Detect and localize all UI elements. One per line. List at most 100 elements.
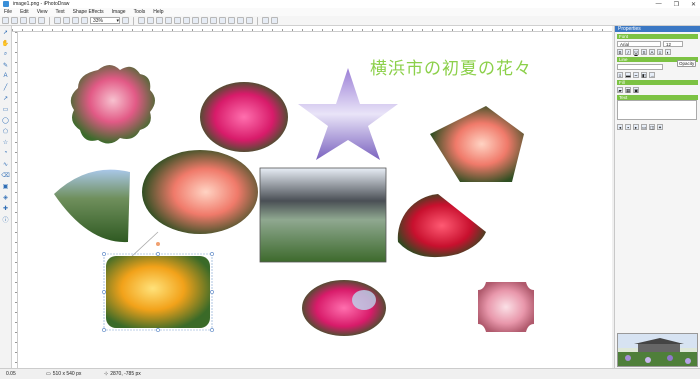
toolbar: 33% ▾ [0,16,700,26]
pentagon-rose-shape[interactable] [430,106,524,182]
text-align-right-button[interactable]: ▸ [633,124,639,130]
menu-image[interactable]: Image [112,9,126,15]
text-box-button[interactable]: ▭ [641,124,647,130]
text-align-left-button[interactable]: ◂ [617,124,623,130]
line-arrow-button[interactable]: → [649,72,655,78]
leaf-garden-shape[interactable] [54,169,130,243]
menu-tools[interactable]: Tools [134,9,146,15]
polygon-tool-icon[interactable]: ⬠ [2,127,10,135]
text-effect-button[interactable]: ✦ [657,124,663,130]
menu-view[interactable]: View [37,9,48,15]
fill-color-button[interactable]: ▰ [617,87,623,93]
line-style-select[interactable] [617,64,663,70]
drawing-canvas[interactable]: 横浜市の初夏の花々 [18,32,612,368]
menu-edit[interactable]: Edit [20,9,29,15]
grid-button[interactable] [262,17,269,24]
text-tool-icon[interactable]: A [2,72,10,80]
select-tool-icon[interactable]: ➚ [2,28,10,36]
rect-temple-iris-shape[interactable] [259,167,387,263]
rotate-handle[interactable] [156,242,160,246]
zoom-out-button[interactable] [81,17,88,24]
bring-front-button[interactable] [201,17,208,24]
shape-tool-icon[interactable]: ◈ [2,193,10,201]
save-button[interactable] [20,17,27,24]
thumbnail-preview[interactable] [617,333,698,367]
distribute-button[interactable] [192,17,199,24]
italic-button[interactable]: I [625,49,631,55]
copy-button[interactable] [38,17,45,24]
align-center-button[interactable] [147,17,154,24]
flip-button[interactable] [237,17,244,24]
menu-file[interactable]: File [4,9,12,15]
info-tool-icon[interactable]: ⓘ [2,215,10,224]
underline-button[interactable]: U [633,49,639,55]
zoom-tool-icon[interactable]: ⌕ [2,50,10,58]
image-tool-icon[interactable]: ▣ [2,182,10,190]
opacity-button[interactable]: ◐ [665,49,671,55]
menu-help[interactable]: Help [153,9,163,15]
star-tool-icon[interactable]: ☆ [2,138,10,146]
line-tool-icon[interactable]: ╱ [2,83,10,91]
arrow-tool-icon[interactable]: ↗ [2,94,10,102]
pan-tool-icon[interactable]: ✋ [2,39,10,47]
crop-button[interactable] [72,17,79,24]
send-back-button[interactable] [210,17,217,24]
menu-shape-effects[interactable]: Shape Effects [73,9,104,15]
align-top-button[interactable] [165,17,172,24]
snap-button[interactable] [271,17,278,24]
text-align-button[interactable]: ≡ [657,49,663,55]
sky-patch [352,290,376,310]
align-bottom-button[interactable] [183,17,190,24]
canvas-title-text[interactable]: 横浜市の初夏の花々 [370,59,532,79]
font-size-select[interactable]: 12 [663,41,683,47]
text-shadow-button[interactable]: ◫ [649,124,655,130]
close-button[interactable]: ✕ [691,1,696,8]
print-button[interactable] [29,17,36,24]
maximize-button[interactable]: ❐ [674,1,679,8]
line-cap-button[interactable]: ◧ [641,72,647,78]
ellipse-tool-icon[interactable]: ◯ [2,116,10,124]
ticket-pink-rose-shape[interactable] [478,282,534,332]
oval-pink-flowers-shape[interactable] [302,280,386,336]
line-dash-button[interactable]: ┅ [633,72,639,78]
rotate-button[interactable] [246,17,253,24]
semicircle-red-rose-shape[interactable] [397,194,486,258]
zoom-select[interactable]: 33% ▾ [90,17,120,24]
freehand-tool-icon[interactable]: ∿ [2,160,10,168]
text-align-center-button[interactable]: ▪ [625,124,631,130]
strike-button[interactable]: S [641,49,647,55]
minimize-button[interactable]: — [656,1,662,7]
eyedropper-tool-icon[interactable]: ✚ [2,204,10,212]
new-file-button[interactable] [2,17,9,24]
callout-tool-icon[interactable]: ◔ [2,149,10,157]
text-input[interactable] [617,100,697,120]
opacity-tooltip: Opacity [677,60,697,67]
align-left-button[interactable] [138,17,145,24]
font-color-button[interactable]: A [649,49,655,55]
fill-image-button[interactable]: ▣ [633,87,639,93]
scallop-rose-shape[interactable] [70,65,155,144]
align-middle-button[interactable] [174,17,181,24]
brush-tool-icon[interactable]: ✎ [2,61,10,69]
fill-section-header: Fill [617,80,698,85]
selected-yellow-rose-shape[interactable] [102,242,214,332]
font-name-select[interactable]: Arial [617,41,661,47]
undo-button[interactable] [54,17,61,24]
rectangle-tool-icon[interactable]: ▭ [2,105,10,113]
open-file-button[interactable] [11,17,18,24]
ungroup-button[interactable] [228,17,235,24]
menu-text[interactable]: Text [55,9,64,15]
status-coords-value: 2870, -785 px [110,371,141,377]
star-iris-shape[interactable] [298,68,398,160]
ellipse-salmon-rose-shape[interactable] [142,150,258,234]
zoom-in-button[interactable] [122,17,129,24]
line-width-button[interactable]: ≡ [617,72,623,78]
fill-gradient-button[interactable]: ▦ [625,87,631,93]
oval-magenta-rose-shape[interactable] [200,82,288,152]
align-right-button[interactable] [156,17,163,24]
group-button[interactable] [219,17,226,24]
eraser-tool-icon[interactable]: ⌫ [1,171,9,179]
bold-button[interactable]: B [617,49,623,55]
line-color-button[interactable]: ▬ [625,72,631,78]
redo-button[interactable] [63,17,70,24]
